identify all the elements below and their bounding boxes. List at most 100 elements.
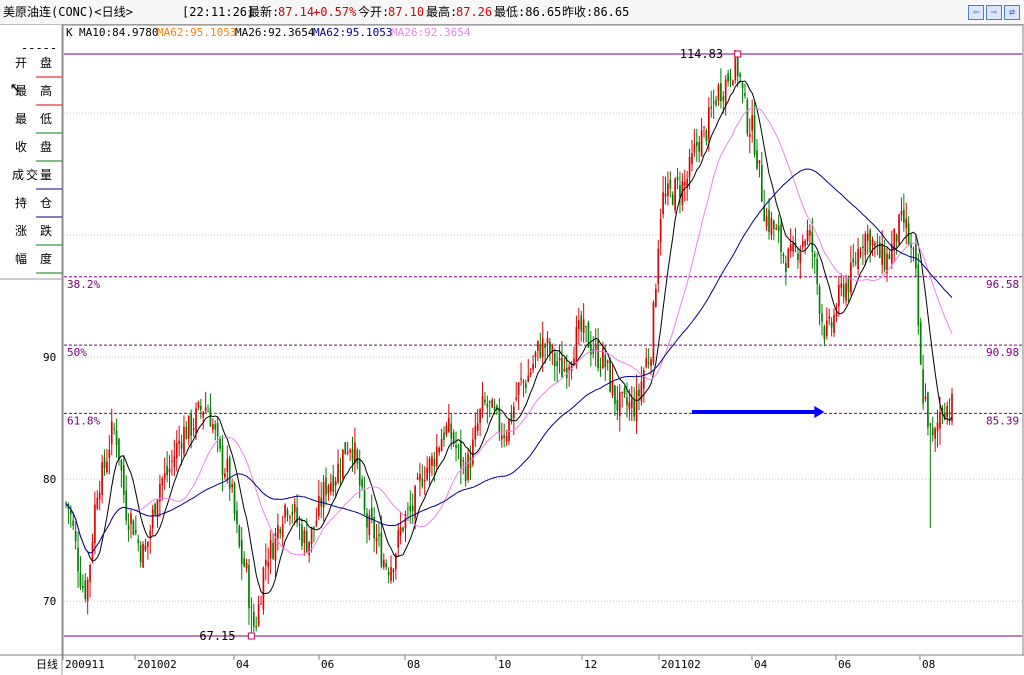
candle-body — [240, 539, 243, 564]
candle-body — [553, 352, 556, 367]
candle-body — [864, 233, 867, 256]
candle-body — [647, 362, 650, 364]
candle-body — [688, 157, 691, 178]
candle-body — [279, 528, 282, 534]
open-label: 今开: — [358, 5, 390, 19]
candle-body — [183, 427, 185, 454]
candle-body — [503, 435, 506, 438]
prev-arrow-icon[interactable]: ⇦ — [968, 5, 984, 20]
candle-body — [72, 520, 75, 526]
candle-body — [621, 391, 624, 393]
candle-body — [337, 463, 339, 483]
candle-body — [354, 442, 356, 463]
candle-body — [447, 418, 450, 432]
candle-body — [308, 541, 311, 555]
next-arrow-icon[interactable]: ⇨ — [986, 5, 1002, 20]
candle-body — [674, 178, 676, 211]
candle-body — [197, 402, 200, 408]
x-tick-label: 08 — [407, 658, 420, 671]
max-price-label: 114.83 — [680, 47, 723, 61]
candle-body — [84, 580, 87, 599]
candle-body — [79, 572, 82, 587]
candle-body — [825, 320, 828, 337]
candle-body — [869, 230, 871, 252]
candle-body — [835, 312, 838, 317]
candle-body — [450, 423, 453, 439]
candle-body — [662, 192, 664, 215]
candle-body — [346, 452, 349, 454]
candle-body — [698, 141, 701, 152]
candle-body — [488, 400, 491, 403]
candle-body — [539, 344, 542, 358]
legend-k-label: K — [66, 26, 73, 39]
candle-body — [505, 435, 508, 442]
candle-body — [171, 460, 173, 462]
candle-body — [611, 381, 614, 396]
side-label-char: 度 — [40, 251, 52, 266]
candle-body — [151, 509, 154, 529]
candle-body — [544, 344, 546, 348]
candle-body — [293, 503, 296, 513]
candle-body — [594, 344, 597, 351]
candle-body — [939, 412, 941, 429]
candle-body — [421, 478, 424, 487]
candle-body — [575, 327, 578, 366]
x-axis: 日线 200911 201002 04 06 08 10 12 201102 04 06 08 — [36, 655, 935, 671]
candlestick-chart[interactable]: ----- 开盘最 高最 低收 盘成交量持 仓涨 跌幅度 K MA10:84.9780 M… — [0, 24, 1024, 675]
candle-body — [821, 313, 823, 322]
candle-body — [472, 439, 474, 465]
candle-body — [435, 447, 438, 467]
candle-body — [402, 527, 404, 531]
candle-body — [236, 510, 238, 525]
candle-body — [491, 399, 493, 408]
candle-body — [828, 316, 831, 319]
candle-body — [329, 482, 332, 492]
candle-body — [852, 258, 855, 263]
candle-body — [683, 181, 686, 186]
candle-body — [98, 492, 101, 500]
ma-legend: K MA10:84.9780 MA62:95.1053 MA26:92.3654… — [66, 26, 471, 39]
candle-body — [811, 231, 814, 252]
candle-body — [845, 282, 847, 301]
candles — [65, 50, 953, 636]
candle-body — [818, 286, 821, 314]
candle-body — [534, 352, 537, 358]
candle-body — [809, 230, 811, 236]
min-price-label: 67.15 — [199, 629, 235, 643]
candle-body — [741, 82, 744, 89]
candle-body — [173, 456, 176, 467]
candle-body — [192, 428, 195, 430]
candle-body — [563, 368, 566, 371]
fib-percent-label: 38.2% — [67, 278, 100, 291]
candle-body — [325, 477, 327, 496]
candle-body — [946, 405, 949, 418]
candle-body — [130, 513, 132, 525]
max-marker — [734, 50, 742, 58]
candle-body — [204, 407, 207, 412]
legend-ma10: MA10:84.9780 — [79, 26, 158, 39]
candle-body — [397, 530, 400, 548]
side-label-char: 高 — [40, 83, 52, 98]
candle-body — [922, 369, 924, 404]
candle-body — [693, 144, 696, 153]
expand-icon[interactable]: ⇄ — [1004, 5, 1020, 20]
candle-body — [440, 439, 443, 452]
high-value: 87.26 — [456, 5, 493, 19]
candle-body — [893, 228, 896, 251]
candle-body — [224, 473, 226, 478]
candle-body — [792, 242, 794, 252]
candle-body — [633, 400, 636, 417]
candle-body — [712, 102, 715, 104]
candle-body — [250, 606, 253, 608]
candle-body — [399, 527, 402, 536]
candle-body — [101, 462, 103, 495]
candle-body — [732, 80, 734, 86]
candle-body — [118, 438, 120, 460]
latest-value: 87.14 — [278, 5, 315, 19]
candle-body — [541, 337, 544, 358]
candle-body — [161, 478, 164, 486]
candle-body — [233, 483, 236, 515]
candle-body — [387, 571, 390, 575]
instrument-name: 美原油连(CONC)<日线> — [3, 5, 133, 19]
candle-body — [433, 459, 436, 467]
